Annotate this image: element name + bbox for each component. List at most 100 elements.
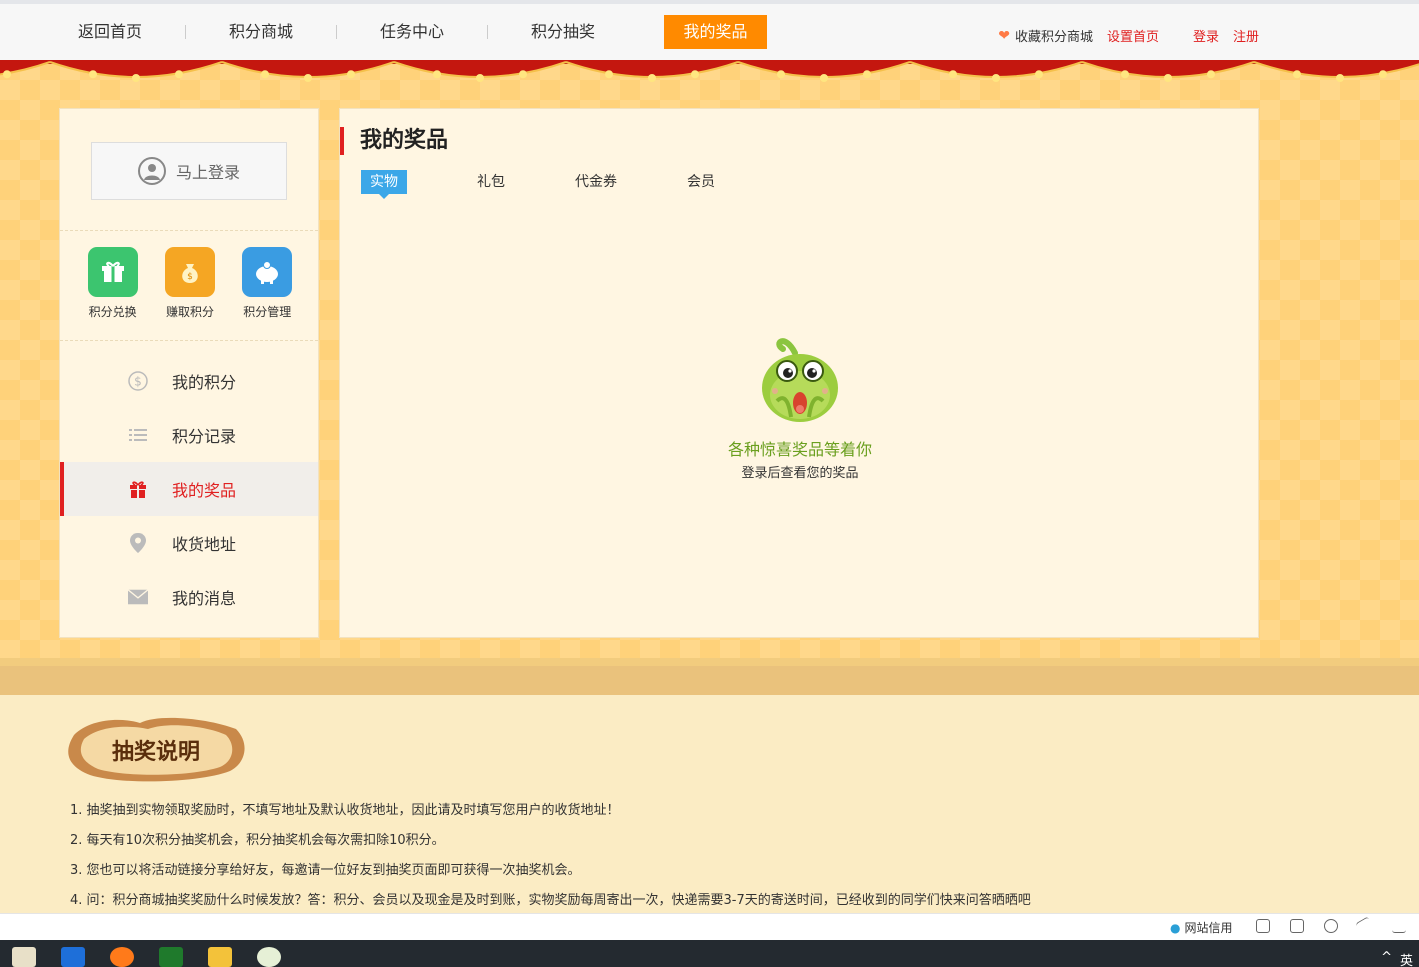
mascot-app-icon[interactable] <box>257 947 281 967</box>
top-navigation-bar: 返回首页 积分商城 任务中心 积分抽奖 我的奖品 ❤ 收藏积分商城 设置首页 登… <box>0 0 1419 60</box>
rocket-icon[interactable] <box>1355 916 1375 936</box>
divider <box>60 230 318 231</box>
quick-link-label: 赚取积分 <box>165 305 214 319</box>
nav-separator <box>336 25 338 39</box>
gift-icon <box>87 247 138 297</box>
garland-light <box>1336 74 1344 82</box>
firefox-app-icon[interactable] <box>110 947 134 967</box>
nav-points-mall[interactable]: 积分商城 <box>211 15 311 49</box>
quick-link-redeem[interactable]: 积分兑换 <box>78 247 148 320</box>
main-panel: 我的奖品 实物 礼包 代金券 会员 各种惊喜奖品等着你 登录后查看您的奖品 <box>339 108 1259 638</box>
notepad-app-icon[interactable] <box>12 947 36 967</box>
garland-light <box>820 74 828 82</box>
favorite-link[interactable]: 收藏积分商城 <box>1015 26 1093 45</box>
sidebar-item-my-points[interactable]: $ 我的积分 <box>60 354 318 408</box>
prize-tabs: 实物 礼包 代金券 会员 <box>361 170 785 199</box>
garland-light <box>691 70 699 79</box>
top-right-links: ❤ 收藏积分商城 设置首页 登录 注册 <box>998 26 1259 46</box>
tab-membership[interactable]: 会员 <box>687 170 715 194</box>
svg-text:$: $ <box>187 272 193 282</box>
location-pin-icon <box>128 533 148 553</box>
rule-item: 1. 抽奖抽到实物领取奖励时，不填写地址及默认收货地址，因此请及时填写您用户的收… <box>70 803 620 818</box>
list-icon <box>128 425 148 445</box>
sidebar: 马上登录 积分兑换 $ 赚取积分 积分管理 $ 我的积分 积分记录 我的奖品 收… <box>59 108 319 638</box>
section-divider <box>0 666 1419 695</box>
sidebar-item-my-prizes[interactable]: 我的奖品 <box>60 462 318 516</box>
quick-link-manage[interactable]: 积分管理 <box>232 247 302 320</box>
set-home-link[interactable]: 设置首页 <box>1107 26 1159 45</box>
svg-text:$: $ <box>134 375 142 389</box>
page-title: 我的奖品 <box>340 127 448 155</box>
tab-physical[interactable]: 实物 <box>361 170 407 199</box>
nav-task-center[interactable]: 任务中心 <box>362 15 462 49</box>
garland-light <box>89 70 97 79</box>
sidebar-item-label: 收货地址 <box>172 535 237 554</box>
rule-item: 2. 每天有10次积分抽奖机会，积分抽奖机会每次需扣除10积分。 <box>70 833 445 848</box>
system-tray: ^ 英 <box>1381 950 1413 967</box>
festive-garland-decoration <box>0 60 1419 82</box>
image-icon[interactable] <box>1290 919 1304 933</box>
login-link[interactable]: 登录 <box>1193 26 1219 45</box>
site-credit-label: 网站信用 <box>1184 921 1233 935</box>
empty-state: 各种惊喜奖品等着你 登录后查看您的奖品 <box>700 323 900 481</box>
nav-my-prizes[interactable]: 我的奖品 <box>664 15 768 49</box>
lottery-rules-section: 抽奖说明 1. 抽奖抽到实物领取奖励时，不填写地址及默认收货地址，因此请及时填写… <box>0 695 1419 913</box>
sidebar-item-my-messages[interactable]: 我的消息 <box>60 570 318 624</box>
divider <box>60 340 318 341</box>
garland-light <box>132 74 140 82</box>
sidebar-item-shipping-address[interactable]: 收货地址 <box>60 516 318 570</box>
quick-link-earn[interactable]: $ 赚取积分 <box>155 247 225 320</box>
file-explorer-icon[interactable] <box>208 947 232 967</box>
nav-points-lottery[interactable]: 积分抽奖 <box>513 15 613 49</box>
shield-icon[interactable] <box>1256 919 1270 933</box>
chevron-up-icon[interactable]: ^ <box>1381 950 1392 967</box>
garland-light <box>992 74 1000 82</box>
nav-separator <box>638 25 639 39</box>
quick-link-label: 积分管理 <box>243 305 292 319</box>
user-avatar-icon <box>137 157 166 185</box>
money-bag-icon: $ <box>164 247 215 297</box>
input-method-indicator[interactable]: 英 <box>1400 950 1413 967</box>
coin-icon: $ <box>128 371 148 391</box>
empty-title: 各种惊喜奖品等着你 <box>727 440 872 459</box>
rules-badge: 抽奖说明 <box>60 713 252 789</box>
garland-light <box>1207 70 1215 79</box>
envelope-icon <box>128 587 148 607</box>
nav-home[interactable]: 返回首页 <box>60 15 160 49</box>
quick-link-label: 积分兑换 <box>88 305 137 319</box>
rules-list: 1. 抽奖抽到实物领取奖励时，不填写地址及默认收货地址，因此请及时填写您用户的收… <box>70 801 1031 921</box>
rule-item: 3. 您也可以将活动链接分享给好友，每邀请一位好友到抽奖页面即可获得一次抽奖机会… <box>70 863 581 878</box>
garland-light <box>175 70 183 79</box>
section-divider <box>0 658 1419 666</box>
sidebar-item-label: 我的积分 <box>172 373 237 392</box>
empty-subtitle: 登录后查看您的奖品 <box>741 466 859 481</box>
garland-light <box>519 70 527 79</box>
sidebar-item-label: 我的消息 <box>172 589 237 608</box>
refresh-icon[interactable] <box>1324 919 1338 933</box>
download-icon[interactable] <box>1392 919 1406 933</box>
pixiv-app-icon[interactable] <box>61 947 85 967</box>
tab-voucher[interactable]: 代金券 <box>575 170 617 194</box>
garland-light <box>1035 70 1043 79</box>
tab-gift-pack[interactable]: 礼包 <box>477 170 505 194</box>
heart-icon: ❤ <box>998 27 1010 44</box>
cute-frog-mascot-icon <box>762 338 838 422</box>
sidebar-item-points-record[interactable]: 积分记录 <box>60 408 318 462</box>
gift-icon <box>128 479 148 499</box>
quick-links: 积分兑换 $ 赚取积分 积分管理 <box>60 247 320 320</box>
sidebar-item-label: 我的奖品 <box>172 481 237 500</box>
login-now-button[interactable]: 马上登录 <box>91 142 287 200</box>
site-credit-button[interactable]: ● 网站信用 <box>1170 919 1233 936</box>
garland-light <box>1121 70 1129 79</box>
rules-badge-label: 抽奖说明 <box>112 739 200 765</box>
garland-light <box>1379 70 1387 79</box>
garland-light <box>777 70 785 79</box>
garland-light <box>648 74 656 82</box>
garland-light <box>605 70 613 79</box>
register-link[interactable]: 注册 <box>1233 26 1259 45</box>
bt-app-icon[interactable] <box>159 947 183 967</box>
login-now-label: 马上登录 <box>175 163 240 182</box>
garland-light <box>3 70 11 79</box>
garland-light <box>1164 74 1172 82</box>
garland-light <box>476 74 484 82</box>
